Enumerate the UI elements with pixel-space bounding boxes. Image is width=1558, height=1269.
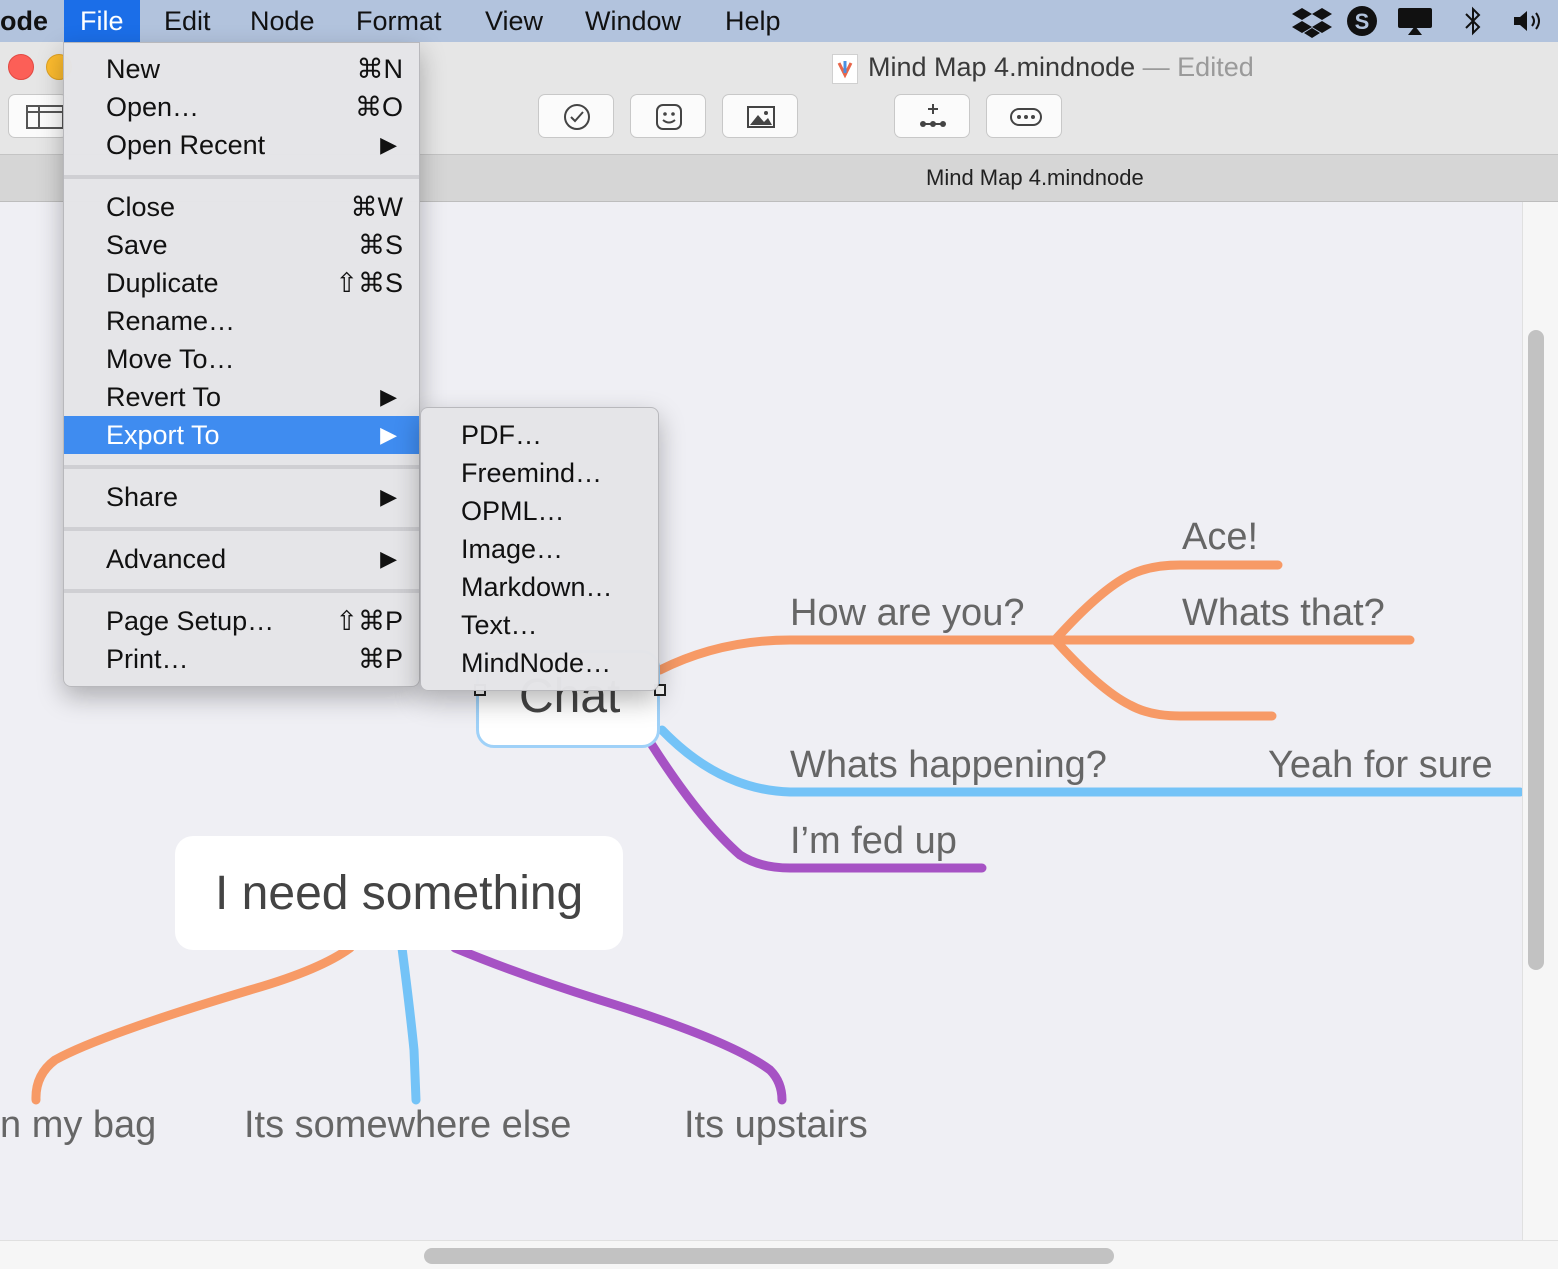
branch-node[interactable]: How are you? <box>790 592 1024 635</box>
menu-item-rename[interactable]: Rename… <box>64 302 419 340</box>
menu-item-label: New <box>106 54 161 84</box>
export-freemind[interactable]: Freemind… <box>421 454 658 492</box>
submenu-item-label: Freemind… <box>461 458 603 488</box>
branch-line-upstairs <box>450 943 787 1105</box>
menu-item-label: Duplicate <box>106 268 219 298</box>
menu-shortcut: ⇧⌘S <box>335 268 403 298</box>
menu-item-label: Page Setup… <box>106 606 275 636</box>
menu-item-label: Rename… <box>106 306 236 336</box>
menu-item-duplicate[interactable]: Duplicate ⇧⌘S <box>64 264 419 302</box>
export-opml[interactable]: OPML… <box>421 492 658 530</box>
menu-item-label: Print… <box>106 644 189 674</box>
menu-item-advanced[interactable]: Advanced ▶ <box>64 540 419 578</box>
menu-item-new[interactable]: New ⌘N <box>64 50 419 88</box>
submenu-arrow-icon: ▶ <box>380 422 397 447</box>
submenu-arrow-icon: ▶ <box>380 484 397 509</box>
menu-item-label: Export To <box>106 420 220 450</box>
export-mindnode[interactable]: MindNode… <box>421 644 658 682</box>
branch-line-somewhere-else <box>397 943 421 1105</box>
submenu-item-label: Markdown… <box>461 572 613 602</box>
file-menu: New ⌘N Open… ⌘O Open Recent ▶ Close ⌘W Save ⌘… <box>63 42 420 687</box>
main-node-label: I need something <box>215 867 584 920</box>
menu-item-close[interactable]: Close ⌘W <box>64 188 419 226</box>
submenu-arrow-icon: ▶ <box>380 132 397 157</box>
menu-item-label: Close <box>106 192 176 222</box>
menu-item-export-to[interactable]: Export To ▶ <box>64 416 419 454</box>
menu-shortcut: ⌘N <box>356 54 404 84</box>
vertical-scroll-thumb[interactable] <box>1528 330 1544 970</box>
submenu-item-label: Text… <box>461 610 538 640</box>
menu-separator <box>64 589 419 593</box>
branch-node[interactable]: I’m fed up <box>790 820 957 863</box>
export-markdown[interactable]: Markdown… <box>421 568 658 606</box>
menu-shortcut: ⌘O <box>354 92 403 122</box>
sub-branch-node[interactable]: Whats that? <box>1182 592 1385 635</box>
main-node[interactable]: I need something <box>175 836 623 950</box>
menu-item-label: Share <box>106 482 179 512</box>
branch-line-empty <box>1050 635 1277 721</box>
branch-node[interactable]: n my bag <box>0 1104 156 1147</box>
branch-node[interactable]: Whats happening? <box>790 744 1107 787</box>
menu-shortcut: ⌘P <box>357 644 403 674</box>
menu-shortcut: ⌘W <box>350 192 403 222</box>
submenu-arrow-icon: ▶ <box>380 546 397 571</box>
submenu-item-label: MindNode… <box>461 648 612 678</box>
menu-separator <box>64 527 419 531</box>
menu-item-page-setup[interactable]: Page Setup… ⇧⌘P <box>64 602 419 640</box>
export-submenu: PDF… Freemind… OPML… Image… Markdown… Te… <box>420 407 659 691</box>
menu-item-label: Save <box>106 230 168 260</box>
branch-line-how-are-you <box>655 635 1060 675</box>
sub-branch-node[interactable]: Yeah for sure <box>1268 744 1493 787</box>
menu-item-label: Advanced <box>106 544 227 574</box>
menu-separator <box>64 465 419 469</box>
menu-item-label: Move To… <box>106 344 235 374</box>
menu-item-label: Revert To <box>106 382 222 412</box>
horizontal-scroll-thumb[interactable] <box>424 1248 1114 1264</box>
submenu-item-label: Image… <box>461 534 564 564</box>
menu-item-label: Open Recent <box>106 130 266 160</box>
menu-item-move-to[interactable]: Move To… <box>64 340 419 378</box>
menu-item-save[interactable]: Save ⌘S <box>64 226 419 264</box>
export-image[interactable]: Image… <box>421 530 658 568</box>
sub-branch-node[interactable]: Ace! <box>1182 516 1258 559</box>
branch-node[interactable]: Its somewhere else <box>244 1104 571 1147</box>
branch-line-my-bag <box>31 943 355 1105</box>
submenu-item-label: OPML… <box>461 496 565 526</box>
export-text[interactable]: Text… <box>421 606 658 644</box>
menu-item-open-recent[interactable]: Open Recent ▶ <box>64 126 419 164</box>
menu-item-revert-to[interactable]: Revert To ▶ <box>64 378 419 416</box>
menu-item-open[interactable]: Open… ⌘O <box>64 88 419 126</box>
branch-node[interactable]: Its upstairs <box>684 1104 868 1147</box>
submenu-item-label: PDF… <box>461 420 542 450</box>
menu-shortcut: ⌘S <box>357 230 403 260</box>
menu-item-share[interactable]: Share ▶ <box>64 478 419 516</box>
export-pdf[interactable]: PDF… <box>421 416 658 454</box>
menu-shortcut: ⇧⌘P <box>335 606 403 636</box>
menu-separator <box>64 175 419 179</box>
menu-item-label: Open… <box>106 92 200 122</box>
menu-item-print[interactable]: Print… ⌘P <box>64 640 419 678</box>
submenu-arrow-icon: ▶ <box>380 384 397 409</box>
